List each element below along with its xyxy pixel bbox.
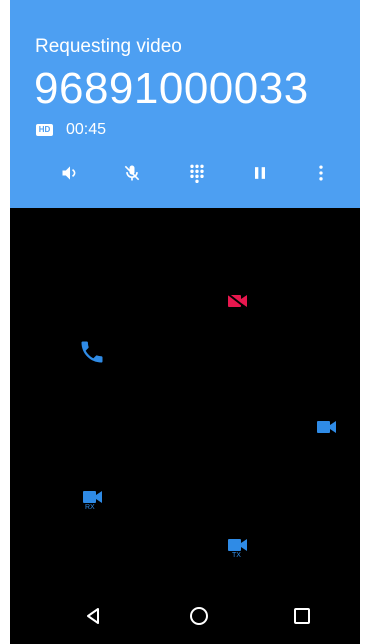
recents-button[interactable] — [288, 602, 316, 630]
mute-button[interactable] — [117, 158, 147, 188]
dialpad-icon — [190, 164, 204, 183]
pause-icon — [255, 167, 265, 179]
rx-label: RX — [85, 504, 95, 511]
home-icon — [190, 607, 208, 625]
video-icon — [317, 421, 336, 433]
call-controls — [10, 158, 360, 188]
dialpad-button[interactable] — [182, 158, 212, 188]
back-icon — [87, 608, 99, 624]
more-options-button[interactable] — [306, 158, 336, 188]
back-button[interactable] — [79, 602, 107, 630]
hold-button[interactable] — [245, 158, 275, 188]
call-header: Requesting video 96891000033 HD 00:45 — [10, 0, 360, 208]
call-status: Requesting video — [35, 36, 182, 57]
mute-icon — [124, 165, 140, 181]
phone-screen: Requesting video 96891000033 HD 00:45 RX… — [10, 0, 360, 644]
navigation-bar — [10, 588, 360, 644]
video-off-button[interactable] — [227, 293, 249, 314]
video-rx-icon — [83, 491, 102, 503]
phone-number: 96891000033 — [34, 64, 309, 113]
video-receive-button[interactable]: RX — [82, 489, 104, 515]
video-options-area: RX TX — [10, 208, 360, 588]
video-tx-icon — [228, 539, 247, 551]
voice-call-button[interactable] — [78, 338, 106, 371]
home-button[interactable] — [185, 602, 213, 630]
phone-icon — [81, 341, 103, 363]
call-timer: 00:45 — [66, 121, 107, 138]
video-call-button[interactable] — [316, 419, 338, 440]
recents-icon — [294, 608, 310, 624]
speaker-button[interactable] — [55, 158, 85, 188]
video-off-icon — [227, 293, 247, 309]
speaker-icon — [62, 166, 76, 180]
hd-badge: HD — [36, 124, 53, 136]
tx-label: TX — [232, 552, 241, 559]
more-icon — [319, 165, 323, 181]
video-transmit-button[interactable]: TX — [227, 537, 249, 563]
